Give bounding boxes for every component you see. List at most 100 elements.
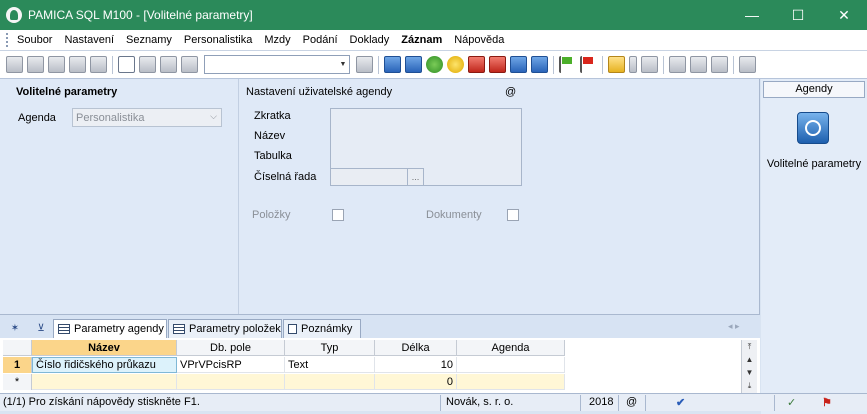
status-company: Novák, s. r. o.: [446, 396, 514, 408]
menu-grip[interactable]: [6, 33, 9, 47]
new-cell-delka[interactable]: 0: [375, 374, 457, 390]
menu-doklady[interactable]: Doklady: [350, 34, 390, 46]
module-red-icon[interactable]: [468, 56, 485, 73]
menu-personalistika[interactable]: Personalistika: [184, 34, 252, 46]
status-divider: [645, 395, 646, 411]
login-icon[interactable]: [6, 56, 23, 73]
sidebar-header: Agendy: [763, 81, 865, 98]
cell-nazev[interactable]: Číslo řidičského průkazu: [32, 357, 177, 373]
print-preview-icon[interactable]: [69, 56, 86, 73]
help-icon[interactable]: [739, 56, 756, 73]
volitelne-parametry-icon[interactable]: [797, 112, 829, 144]
polozky-checkbox[interactable]: [332, 209, 344, 221]
scroll-bottom-icon[interactable]: ⤓: [742, 379, 757, 392]
chevron-down-icon[interactable]: ⌵: [210, 111, 217, 122]
save-all-icon[interactable]: [160, 56, 177, 73]
tabulka-label: Tabulka: [254, 150, 292, 162]
row-number[interactable]: 1: [3, 357, 32, 373]
menu-podani[interactable]: Podání: [303, 34, 338, 46]
sidebar-item-volitelne-parametry[interactable]: Volitelné parametry: [761, 157, 867, 171]
menu-seznamy[interactable]: Seznamy: [126, 34, 172, 46]
calculator-icon[interactable]: [641, 56, 658, 73]
agenda-label: Agenda: [18, 112, 56, 124]
cell-db-pole[interactable]: VPrVPcisRP: [177, 357, 285, 373]
red-flag-icon[interactable]: [580, 56, 597, 73]
column-header-nazev[interactable]: Název: [32, 340, 177, 356]
column-header-agenda[interactable]: Agenda: [457, 340, 565, 356]
person-alt-icon[interactable]: [447, 56, 464, 73]
menu-mzdy[interactable]: Mzdy: [264, 34, 290, 46]
menu-soubor[interactable]: Soubor: [17, 34, 52, 46]
status-flag-icon[interactable]: ⚑: [822, 396, 832, 409]
scroll-up-icon[interactable]: ▲: [742, 353, 757, 366]
scroll-down-icon[interactable]: ▼: [742, 366, 757, 379]
menu-nastaveni[interactable]: Nastavení: [64, 34, 114, 46]
tab-filter-icon[interactable]: ⊻: [32, 320, 50, 337]
new-cell-nazev[interactable]: [32, 374, 177, 390]
column-header-db-pole[interactable]: Db. pole: [177, 340, 285, 356]
person-icon[interactable]: [426, 56, 443, 73]
new-row-marker[interactable]: *: [3, 374, 32, 390]
new-cell-typ[interactable]: [285, 374, 375, 390]
maximize-button[interactable]: ☐: [775, 0, 821, 30]
cell-delka[interactable]: 10: [375, 357, 457, 373]
window-title: PAMICA SQL M100 - [Volitelné parametry]: [28, 8, 253, 22]
minimize-button[interactable]: —: [729, 0, 775, 30]
module-h-icon[interactable]: [405, 56, 422, 73]
table-icon: [173, 324, 185, 334]
column-header-typ[interactable]: Typ: [285, 340, 375, 356]
checkmark-icon[interactable]: ✔: [676, 396, 685, 409]
green-flag-icon[interactable]: [559, 56, 576, 73]
module-red-alt-icon[interactable]: [489, 56, 506, 73]
document-icon: [288, 324, 297, 334]
picker-icon[interactable]: …: [407, 169, 423, 185]
window-tile-icon[interactable]: [711, 56, 728, 73]
cell-agenda[interactable]: [457, 357, 565, 373]
new-cell-agenda[interactable]: [457, 374, 565, 390]
tab-label: Parametry položek: [189, 323, 281, 335]
module-m-icon[interactable]: [384, 56, 401, 73]
menu-napoveda[interactable]: Nápověda: [454, 34, 504, 46]
scroll-top-icon[interactable]: ⤒: [742, 340, 757, 353]
status-year: 2018: [589, 396, 614, 408]
combo-arrow-icon[interactable]: ▼: [337, 56, 349, 73]
folder-dropdown-icon[interactable]: [629, 56, 637, 73]
window-icon[interactable]: [669, 56, 686, 73]
module-m3-icon[interactable]: [531, 56, 548, 73]
new-cell-db-pole[interactable]: [177, 374, 285, 390]
agenda-select[interactable]: Personalistika ⌵: [72, 108, 222, 127]
cislena-rada-field[interactable]: …: [330, 168, 424, 186]
print-icon[interactable]: [48, 56, 65, 73]
folder-icon[interactable]: [608, 56, 625, 73]
save-icon[interactable]: [139, 56, 156, 73]
toolbar-separator: [663, 55, 664, 74]
close-button[interactable]: ✕: [821, 0, 867, 30]
export-icon[interactable]: [90, 56, 107, 73]
column-header-delka[interactable]: Délka: [375, 340, 457, 356]
filter-icon[interactable]: [356, 56, 373, 73]
row-header-corner: [3, 340, 32, 356]
menu-zaznam[interactable]: Záznam: [401, 34, 442, 46]
star-icon[interactable]: ✶: [6, 320, 24, 337]
app-icon: [6, 7, 22, 23]
dokumenty-label: Dokumenty: [426, 209, 482, 221]
quick-search-combo[interactable]: ▼: [204, 55, 350, 74]
toolbar-separator: [602, 55, 603, 74]
new-document-icon[interactable]: [118, 56, 135, 73]
at-icon[interactable]: @: [505, 86, 516, 98]
tab-poznamky[interactable]: Poznámky: [283, 319, 361, 338]
cell-typ[interactable]: Text: [285, 357, 375, 373]
window-list-icon[interactable]: [690, 56, 707, 73]
table-icon: [58, 324, 70, 334]
tab-nav-arrows[interactable]: ◂ ▸: [728, 321, 740, 332]
menu-bar: Soubor Nastavení Seznamy Personalistika …: [0, 30, 867, 51]
grid-scrollbar[interactable]: ⤒ ▲ ▼ ⤓: [741, 340, 757, 393]
module-m2-icon[interactable]: [510, 56, 527, 73]
tab-parametry-polozek[interactable]: Parametry položek: [168, 319, 282, 338]
dokumenty-checkbox[interactable]: [507, 209, 519, 221]
status-ok-icon[interactable]: ✓: [787, 396, 796, 409]
copy-icon[interactable]: [181, 56, 198, 73]
settings-icon[interactable]: [27, 56, 44, 73]
status-at-icon[interactable]: @: [626, 396, 637, 408]
tab-parametry-agendy[interactable]: Parametry agendy: [53, 319, 167, 338]
